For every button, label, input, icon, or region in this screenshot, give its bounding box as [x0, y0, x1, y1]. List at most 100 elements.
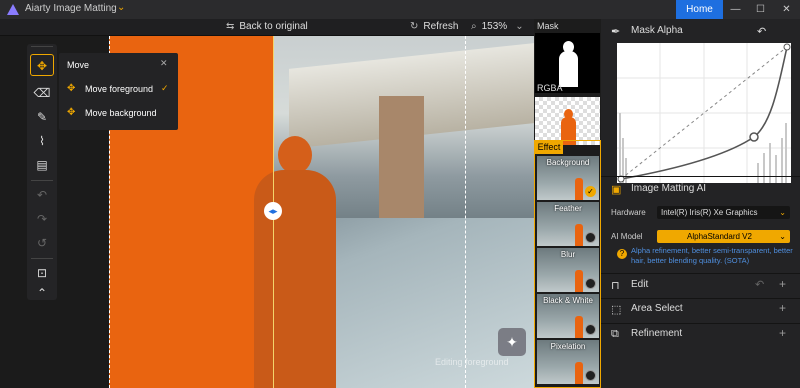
effect-subject — [575, 224, 583, 246]
effect-feather-thumbnail[interactable]: Feather — [537, 202, 599, 246]
refinement-section[interactable]: ⧉ Refinement + — [601, 326, 800, 348]
back-to-original-button[interactable]: ⇆ Back to original — [226, 21, 308, 32]
area-select-section[interactable]: ⬚ Area Select + — [601, 301, 800, 323]
expand-plus-icon[interactable]: + — [779, 301, 786, 315]
move-tool-icon[interactable]: ✥ — [30, 54, 54, 76]
sparkle-button-icon[interactable]: ✦ — [498, 328, 526, 356]
rgba-label: RGBA — [537, 83, 563, 93]
panel-divider — [601, 298, 800, 299]
crop-icon: ⊓ — [611, 280, 620, 292]
effect-pixelation-label: Pixelation — [550, 342, 586, 351]
panel-divider — [601, 323, 800, 324]
ai-model-label: AI Model — [611, 232, 643, 241]
expand-plus-icon[interactable]: + — [779, 277, 786, 291]
minimize-button[interactable]: — — [723, 0, 748, 19]
matting-ai-icon: ▣ — [611, 184, 622, 196]
tool-divider — [31, 46, 53, 47]
effect-toggle-icon[interactable] — [585, 324, 596, 335]
home-button[interactable]: Home — [676, 0, 723, 19]
effect-tab[interactable]: Effect — [535, 141, 563, 154]
effect-toggle-icon[interactable] — [585, 232, 596, 243]
expand-plus-icon[interactable]: + — [779, 326, 786, 340]
effect-pixelation-thumbnail[interactable]: Pixelation — [537, 340, 599, 384]
ai-model-select[interactable]: AlphaStandard V2 ⌄ — [657, 230, 790, 243]
close-icon[interactable]: ✕ — [160, 58, 168, 69]
mask-silhouette-body — [559, 51, 578, 87]
hardware-select[interactable]: Intel(R) Iris(R) Xe Graphics ⌄ — [657, 206, 790, 219]
move-foreground-label: Move foreground — [85, 84, 154, 94]
effect-subject — [575, 316, 583, 338]
reset-curve-icon[interactable]: ↶ — [757, 25, 766, 38]
area-select-title: Area Select — [631, 303, 683, 314]
curve-graph[interactable] — [617, 43, 791, 183]
rgba-preview-thumbnail[interactable] — [535, 97, 600, 145]
move-popup: Move ✕ ✥ Move foreground ✓ ✥ Move backgr… — [59, 53, 178, 130]
effect-subject — [575, 270, 583, 292]
refresh-label: Refresh — [423, 21, 459, 32]
tool-divider — [31, 258, 53, 259]
crop-guide-right — [465, 36, 466, 388]
ai-model-value: AlphaStandard V2 — [687, 232, 752, 241]
move-background-option[interactable]: ✥ Move background — [65, 105, 173, 123]
effect-feather-label: Feather — [554, 204, 582, 213]
refresh-button[interactable]: ↻ Refresh — [410, 21, 458, 32]
effect-background-thumbnail[interactable]: Background ✓ — [537, 156, 599, 200]
preview-column: Mask RGBA Effect Background ✓ Feather Bl… — [534, 19, 601, 388]
move-popup-title: Move — [67, 60, 90, 70]
redo-tool-icon[interactable]: ↷ — [30, 208, 54, 230]
app-title: Aiarty Image Matting — [25, 3, 117, 14]
chevron-down-icon: ⌄ — [779, 208, 786, 217]
curve-point-end[interactable] — [783, 43, 791, 51]
undo-tool-icon[interactable]: ↶ — [30, 184, 54, 206]
mask-alpha-title: Mask Alpha — [631, 25, 683, 36]
refresh-icon: ↻ — [410, 21, 419, 32]
image-matting-ai-title: Image Matting AI — [631, 183, 707, 194]
undo-icon[interactable]: ↶ — [755, 278, 764, 291]
panel-divider — [601, 176, 800, 177]
effect-subject — [575, 362, 583, 384]
move-foreground-icon: ✥ — [67, 83, 76, 94]
maximize-button[interactable]: ☐ — [748, 0, 773, 19]
effect-subject — [575, 178, 583, 200]
zoom-select[interactable]: ⌕ 153% ⌄ — [471, 21, 524, 32]
right-panel: ✒ Mask Alpha ↶ ▣ Image Matting AI Hardwa… — [601, 19, 800, 388]
pen-tool-icon[interactable]: ✎ — [30, 106, 54, 128]
model-description: Alpha refinement, better semi-transparen… — [631, 246, 793, 265]
close-button[interactable]: ✕ — [774, 0, 799, 19]
brush-tool-icon[interactable]: ⌇ — [30, 130, 54, 152]
effect-toggle-icon[interactable] — [585, 370, 596, 381]
effect-selected-check-icon[interactable]: ✓ — [585, 186, 596, 197]
effect-toggle-icon[interactable] — [585, 278, 596, 289]
tool-strip: ✥ ⌫ ✎ ⌇ ▤ ↶ ↷ ↺ ⊡ ⌃ — [27, 44, 57, 300]
eraser-tool-icon[interactable]: ⌫ — [30, 82, 54, 104]
fit-view-tool-icon[interactable]: ⊡ — [30, 262, 54, 284]
mask-label: Mask — [537, 21, 559, 31]
effect-blur-thumbnail[interactable]: Blur — [537, 248, 599, 292]
move-foreground-option[interactable]: ✥ Move foreground ✓ — [65, 81, 173, 99]
tool-divider — [31, 180, 53, 181]
effect-blur-label: Blur — [560, 250, 576, 259]
mask-alpha-curve[interactable] — [617, 43, 791, 183]
zoom-icon: ⌕ — [471, 21, 477, 32]
effect-black-white-label: Black & White — [543, 296, 593, 305]
edit-section[interactable]: ⊓ Edit ↶ + — [601, 277, 800, 299]
back-to-original-label: Back to original — [239, 21, 308, 32]
curve-point-mid[interactable] — [749, 132, 759, 142]
refinement-title: Refinement — [631, 328, 683, 339]
chevron-down-icon: ⌄ — [515, 21, 524, 32]
title-bar: Aiarty Image Matting ⌄ Home — ☐ ✕ — [0, 0, 800, 19]
chevron-down-icon: ⌄ — [779, 232, 786, 241]
paint-roller-tool-icon[interactable]: ▤ — [30, 154, 54, 176]
swap-icon: ⇆ — [226, 21, 235, 32]
chevron-down-icon[interactable]: ⌄ — [117, 2, 125, 13]
reset-tool-icon[interactable]: ↺ — [30, 232, 54, 254]
compare-split-handle-icon[interactable]: ◂▸ — [264, 202, 282, 220]
edit-title: Edit — [631, 279, 649, 290]
effect-black-white-thumbnail[interactable]: Black & White — [537, 294, 599, 338]
checkmark-icon: ✓ — [161, 83, 169, 93]
hardware-label: Hardware — [611, 208, 646, 217]
effect-panel: Effect Background ✓ Feather Blur Black &… — [534, 140, 601, 388]
eyedropper-icon[interactable]: ✒ — [611, 25, 620, 38]
collapse-tool-icon[interactable]: ⌃ — [30, 282, 54, 304]
refinement-icon: ⧉ — [611, 328, 619, 340]
